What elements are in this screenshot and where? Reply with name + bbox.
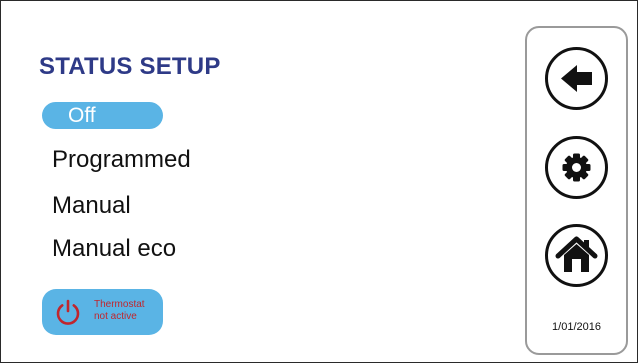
option-off-selected[interactable]: Off (42, 102, 163, 129)
thermostat-status-button[interactable]: Thermostat not active (42, 289, 163, 335)
thermostat-status-line2: not active (94, 311, 137, 322)
gear-icon (562, 153, 591, 182)
home-icon (555, 236, 598, 272)
date-display: 1/01/2016 (552, 321, 601, 333)
option-manual-eco[interactable]: Manual eco (52, 235, 176, 263)
power-icon (53, 297, 83, 327)
option-off-label: Off (68, 104, 96, 127)
side-panel: 1/01/2016 (525, 26, 628, 355)
home-button[interactable] (545, 224, 608, 287)
option-manual[interactable]: Manual (52, 192, 131, 220)
thermostat-screen: STATUS SETUP Off Programmed Manual Manua… (0, 0, 638, 363)
settings-button[interactable] (545, 136, 608, 199)
option-programmed[interactable]: Programmed (52, 146, 191, 174)
page-title: STATUS SETUP (39, 53, 221, 80)
arrow-left-icon (561, 65, 592, 92)
thermostat-status-line1: Thermostat (94, 299, 145, 310)
back-button[interactable] (545, 47, 608, 110)
